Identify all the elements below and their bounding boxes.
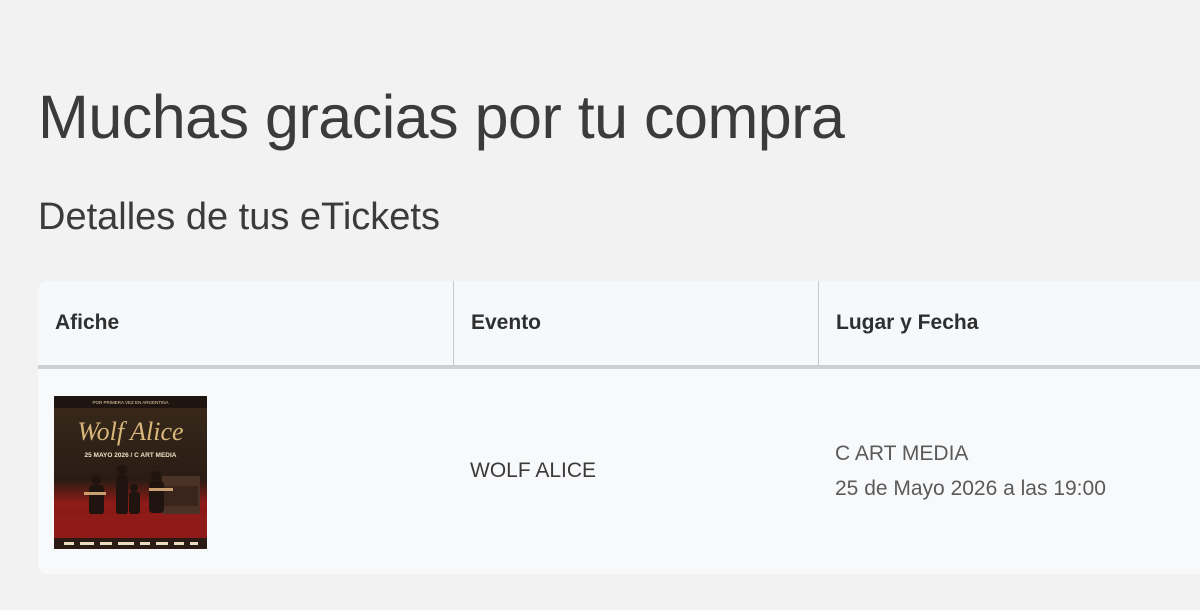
column-header-venue-date: Lugar y Fecha bbox=[818, 281, 1200, 365]
page-subtitle: Detalles de tus eTickets bbox=[38, 196, 440, 238]
tickets-table: Afiche Evento Lugar y Fecha POR PRIMERA … bbox=[38, 281, 1200, 574]
event-venue: C ART MEDIA bbox=[835, 442, 969, 465]
table-row: POR PRIMERA VEZ EN ARGENTINA Wolf Alice … bbox=[38, 369, 1200, 574]
page: Muchas gracias por tu compra Detalles de… bbox=[0, 0, 1200, 610]
column-header-event: Evento bbox=[453, 281, 818, 365]
event-name: WOLF ALICE bbox=[470, 459, 597, 482]
event-poster-image[interactable]: POR PRIMERA VEZ EN ARGENTINA Wolf Alice … bbox=[54, 396, 207, 549]
table-header: Afiche Evento Lugar y Fecha bbox=[38, 281, 1200, 369]
event-datetime: 25 de Mayo 2026 a las 19:00 bbox=[835, 477, 1106, 500]
poster-date-text: 25 MAYO 2026 / C ART MEDIA bbox=[85, 452, 177, 459]
poster-top-text: POR PRIMERA VEZ EN ARGENTINA bbox=[92, 400, 168, 405]
page-title: Muchas gracias por tu compra bbox=[38, 83, 845, 151]
column-header-poster: Afiche bbox=[55, 311, 120, 334]
poster-logo-text: Wolf Alice bbox=[77, 417, 183, 446]
